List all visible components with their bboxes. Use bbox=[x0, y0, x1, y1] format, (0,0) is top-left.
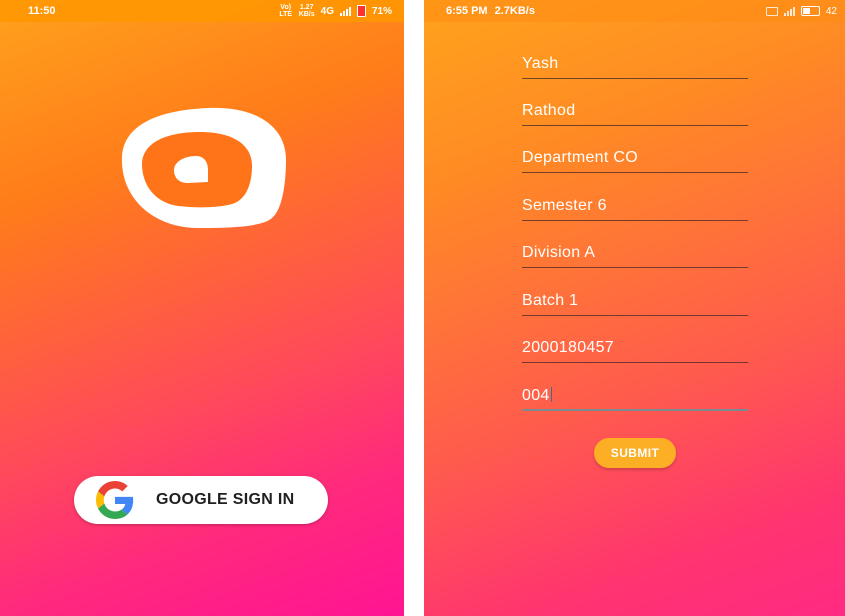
app-logo bbox=[121, 107, 286, 229]
notification-icon bbox=[765, 6, 778, 16]
google-sign-in-label: GOOGLE SIGN IN bbox=[156, 491, 295, 508]
battery-icon bbox=[356, 5, 366, 17]
signal-icon bbox=[339, 6, 351, 16]
network-speed: 2.7KB/s bbox=[494, 5, 535, 17]
signin-screen: 11:50 Vo) LTE 1.27 KB/s 4G 71% GOOGLE SIG… bbox=[0, 0, 404, 616]
first-name-field[interactable]: Yash bbox=[522, 49, 748, 79]
division-field[interactable]: Division A bbox=[522, 238, 748, 268]
google-sign-in-button[interactable]: GOOGLE SIGN IN bbox=[74, 476, 328, 524]
network-type: 4G bbox=[320, 5, 334, 17]
batch-field[interactable]: Batch 1 bbox=[522, 286, 748, 316]
last-name-field[interactable]: Rathod bbox=[522, 96, 748, 126]
signal-icon bbox=[783, 6, 795, 16]
roll-number-field[interactable]: 004 bbox=[522, 381, 748, 411]
google-g-icon bbox=[96, 481, 134, 519]
details-form-screen: 6:55 PM 2.7KB/s 42 Yash Rathod Departmen… bbox=[424, 0, 845, 616]
status-bar: 6:55 PM 2.7KB/s 42 bbox=[424, 0, 845, 22]
submit-button[interactable]: SUBMIT bbox=[594, 438, 676, 468]
department-field[interactable]: Department CO bbox=[522, 143, 748, 173]
status-bar: 11:50 Vo) LTE 1.27 KB/s 4G 71% bbox=[0, 0, 404, 22]
network-speed: 1.27 KB/s bbox=[298, 4, 315, 18]
roll-number-value: 004 bbox=[522, 387, 550, 404]
text-cursor bbox=[550, 387, 553, 402]
battery-icon bbox=[800, 6, 820, 16]
battery-level: 42 bbox=[825, 5, 837, 17]
semester-field[interactable]: Semester 6 bbox=[522, 191, 748, 221]
status-time: 6:55 PM bbox=[446, 5, 488, 17]
volte-indicator: Vo) LTE bbox=[279, 4, 293, 18]
enrollment-number-field[interactable]: 2000180457 bbox=[522, 333, 748, 363]
battery-level: 71% bbox=[371, 5, 392, 17]
status-time: 11:50 bbox=[28, 5, 56, 17]
